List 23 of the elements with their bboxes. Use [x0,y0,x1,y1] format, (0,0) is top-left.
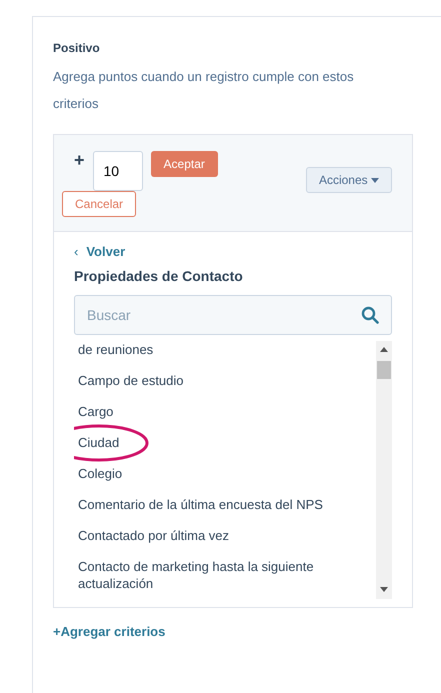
add-criteria-link[interactable]: +Agregar criterios [53,622,166,641]
property-item[interactable]: Colegio [78,464,372,482]
picker-heading: Propiedades de Contacto [74,266,244,286]
scroll-thumb[interactable] [377,360,391,378]
property-item[interactable]: Ciudad [78,434,372,450]
actions-dropdown[interactable]: Acciones [306,167,392,193]
scroll-up-icon[interactable] [380,346,388,352]
caret-icon [371,178,379,184]
scroll-down-icon[interactable] [380,586,388,592]
property-item[interactable]: Contactado por última vez [78,526,372,544]
section-description: Agrega puntos cuando un registro cumple con estos criterios [53,68,355,113]
property-item[interactable]: de reuniones [78,340,372,358]
property-item[interactable]: Cargo [78,402,372,420]
points-field[interactable]: 10 [92,151,143,191]
plus-sign: + [74,151,85,169]
section-title: Positivo [53,40,101,57]
property-item[interactable]: Campo de estudio [78,372,372,388]
property-item[interactable]: Contacto de marketing hasta la siguiente actualización [78,558,372,592]
scrollbar[interactable] [376,340,392,598]
search-icon [361,306,379,324]
search-field[interactable]: Buscar [74,294,392,334]
property-item[interactable]: Comentario de la última encuesta del NPS [78,496,372,512]
back-link[interactable]: ‹ Volver [74,242,126,262]
